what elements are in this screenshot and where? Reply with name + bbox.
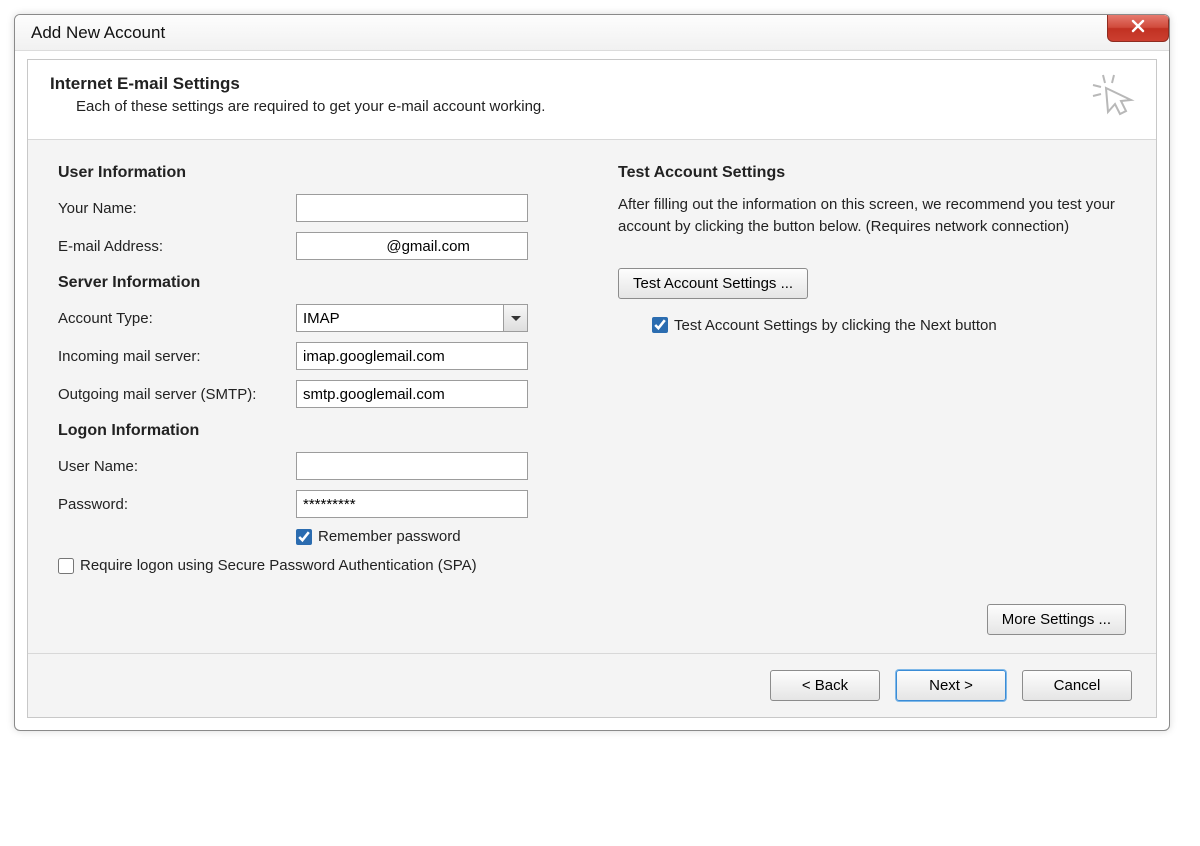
password-row: Password: [58, 490, 588, 518]
password-input[interactable] [296, 490, 528, 518]
user-info-section: User Information Your Name: E-mail Addre… [58, 164, 588, 260]
close-icon [1130, 18, 1146, 39]
dialog-body: Internet E-mail Settings Each of these s… [27, 59, 1157, 718]
cursor-click-icon [1088, 70, 1136, 118]
account-type-select-wrap: IMAP [296, 304, 528, 332]
more-settings-row: More Settings ... [28, 604, 1156, 653]
remember-password-checkbox-wrap: Remember password [296, 528, 588, 545]
account-type-label: Account Type: [58, 310, 296, 327]
dialog-footer: < Back Next > Cancel [28, 653, 1156, 717]
cancel-button[interactable]: Cancel [1022, 670, 1132, 701]
back-button[interactable]: < Back [770, 670, 880, 701]
content-area: User Information Your Name: E-mail Addre… [28, 140, 1156, 604]
spa-checkbox-wrap: Require logon using Secure Password Auth… [58, 557, 588, 574]
right-column: Test Account Settings After filling out … [618, 164, 1126, 588]
username-row: User Name: [58, 452, 588, 480]
close-button[interactable] [1107, 14, 1169, 42]
outgoing-input[interactable] [296, 380, 528, 408]
username-label: User Name: [58, 458, 296, 475]
test-next-checkbox[interactable] [652, 317, 668, 333]
your-name-label: Your Name: [58, 200, 296, 217]
spa-checkbox[interactable] [58, 558, 74, 574]
titlebar: Add New Account [15, 15, 1169, 51]
test-account-button[interactable]: Test Account Settings ... [618, 268, 808, 299]
test-heading: Test Account Settings [618, 164, 1126, 182]
window-title: Add New Account [31, 23, 165, 43]
dialog-header: Internet E-mail Settings Each of these s… [28, 60, 1156, 140]
test-description: After filling out the information on thi… [618, 194, 1126, 238]
incoming-row: Incoming mail server: [58, 342, 588, 370]
password-label: Password: [58, 496, 296, 513]
outgoing-row: Outgoing mail server (SMTP): [58, 380, 588, 408]
user-info-heading: User Information [58, 164, 588, 182]
spa-label: Require logon using Secure Password Auth… [80, 557, 477, 574]
test-next-label: Test Account Settings by clicking the Ne… [674, 317, 997, 334]
your-name-input[interactable] [296, 194, 528, 222]
test-next-checkbox-wrap: Test Account Settings by clicking the Ne… [652, 317, 1126, 334]
header-subtitle: Each of these settings are required to g… [50, 98, 1134, 115]
next-button[interactable]: Next > [896, 670, 1006, 701]
your-name-row: Your Name: [58, 194, 588, 222]
username-input[interactable] [296, 452, 528, 480]
account-type-select[interactable]: IMAP [296, 304, 528, 332]
logon-info-section: Logon Information User Name: Password: R… [58, 422, 588, 574]
account-type-row: Account Type: IMAP [58, 304, 588, 332]
dialog-window: Add New Account Internet E-mail Settings… [14, 14, 1170, 731]
email-label: E-mail Address: [58, 238, 296, 255]
incoming-input[interactable] [296, 342, 528, 370]
incoming-label: Incoming mail server: [58, 348, 296, 365]
email-input[interactable] [296, 232, 528, 260]
remember-password-label: Remember password [318, 528, 461, 545]
header-title: Internet E-mail Settings [50, 74, 1134, 94]
logon-info-heading: Logon Information [58, 422, 588, 440]
server-info-section: Server Information Account Type: IMAP In… [58, 274, 588, 408]
server-info-heading: Server Information [58, 274, 588, 292]
remember-password-checkbox[interactable] [296, 529, 312, 545]
more-settings-button[interactable]: More Settings ... [987, 604, 1126, 635]
left-column: User Information Your Name: E-mail Addre… [58, 164, 618, 588]
outgoing-label: Outgoing mail server (SMTP): [58, 386, 296, 403]
email-row: E-mail Address: [58, 232, 588, 260]
